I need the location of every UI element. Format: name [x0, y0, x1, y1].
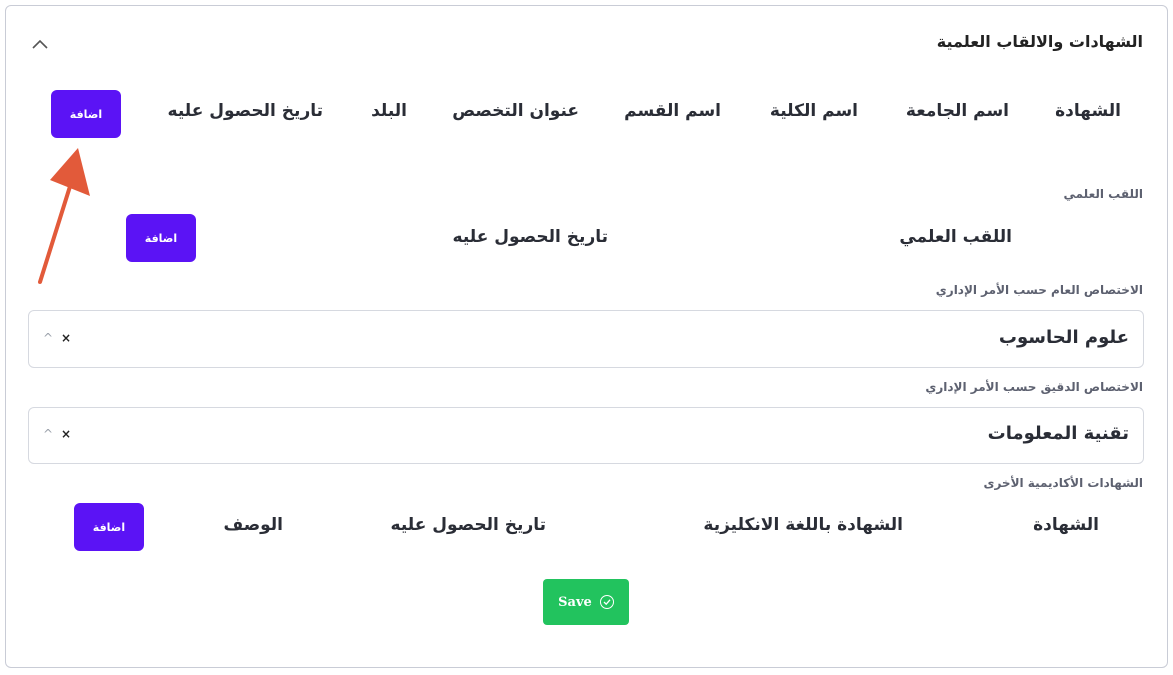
add-other-certificate-button[interactable]: اضافة — [74, 503, 144, 551]
precise-specialization-value: تقنية المعلومات — [987, 423, 1129, 444]
add-certificate-button[interactable]: اضافة — [51, 90, 121, 138]
general-specialization-label: الاختصاص العام حسب الأمر الإداري — [935, 283, 1143, 297]
other-certificates-label: الشهادات الأكاديمية الأخرى — [983, 476, 1143, 490]
academic-title-label: اللقب العلمي — [1063, 187, 1143, 201]
column-department: اسم القسم — [624, 101, 721, 121]
certificates-card: الشهادات والالقاب العلمية الشهادة اسم ال… — [5, 5, 1168, 668]
column-college: اسم الكلية — [769, 101, 858, 121]
column-certificate: الشهادة — [1055, 101, 1121, 121]
close-icon[interactable]: × — [61, 427, 71, 441]
column-university: اسم الجامعة — [905, 101, 1009, 121]
column-description: الوصف — [223, 515, 283, 535]
column-academic-title-date: تاريخ الحصول عليه — [452, 227, 608, 247]
caret-up-icon[interactable]: ^ — [43, 331, 53, 345]
caret-up-icon[interactable]: ^ — [43, 427, 53, 441]
precise-specialization-label: الاختصاص الدقيق حسب الأمر الإداري — [925, 380, 1143, 394]
column-date-obtained: تاريخ الحصول عليه — [167, 101, 323, 121]
column-country: البلد — [371, 101, 407, 121]
general-specialization-select[interactable]: علوم الحاسوب ^ × — [28, 310, 1144, 368]
save-label: Save — [558, 594, 592, 610]
column-academic-title: اللقب العلمي — [899, 227, 1012, 247]
annotation-arrow — [38, 148, 90, 284]
general-specialization-value: علوم الحاسوب — [998, 327, 1129, 348]
column-other-certificate: الشهادة — [1033, 515, 1099, 535]
add-academic-title-button[interactable]: اضافة — [126, 214, 196, 262]
save-button[interactable]: Save — [543, 579, 629, 625]
section-title: الشهادات والالقاب العلمية — [936, 32, 1143, 51]
precise-specialization-select[interactable]: تقنية المعلومات ^ × — [28, 407, 1144, 464]
chevron-up-icon[interactable] — [30, 36, 50, 52]
column-other-date-obtained: تاريخ الحصول عليه — [390, 515, 546, 535]
close-icon[interactable]: × — [61, 331, 71, 345]
column-english-certificate: الشهادة باللغة الانكليزية — [703, 515, 903, 535]
column-specialization-title: عنوان التخصص — [452, 101, 579, 121]
check-circle-icon — [599, 595, 614, 609]
